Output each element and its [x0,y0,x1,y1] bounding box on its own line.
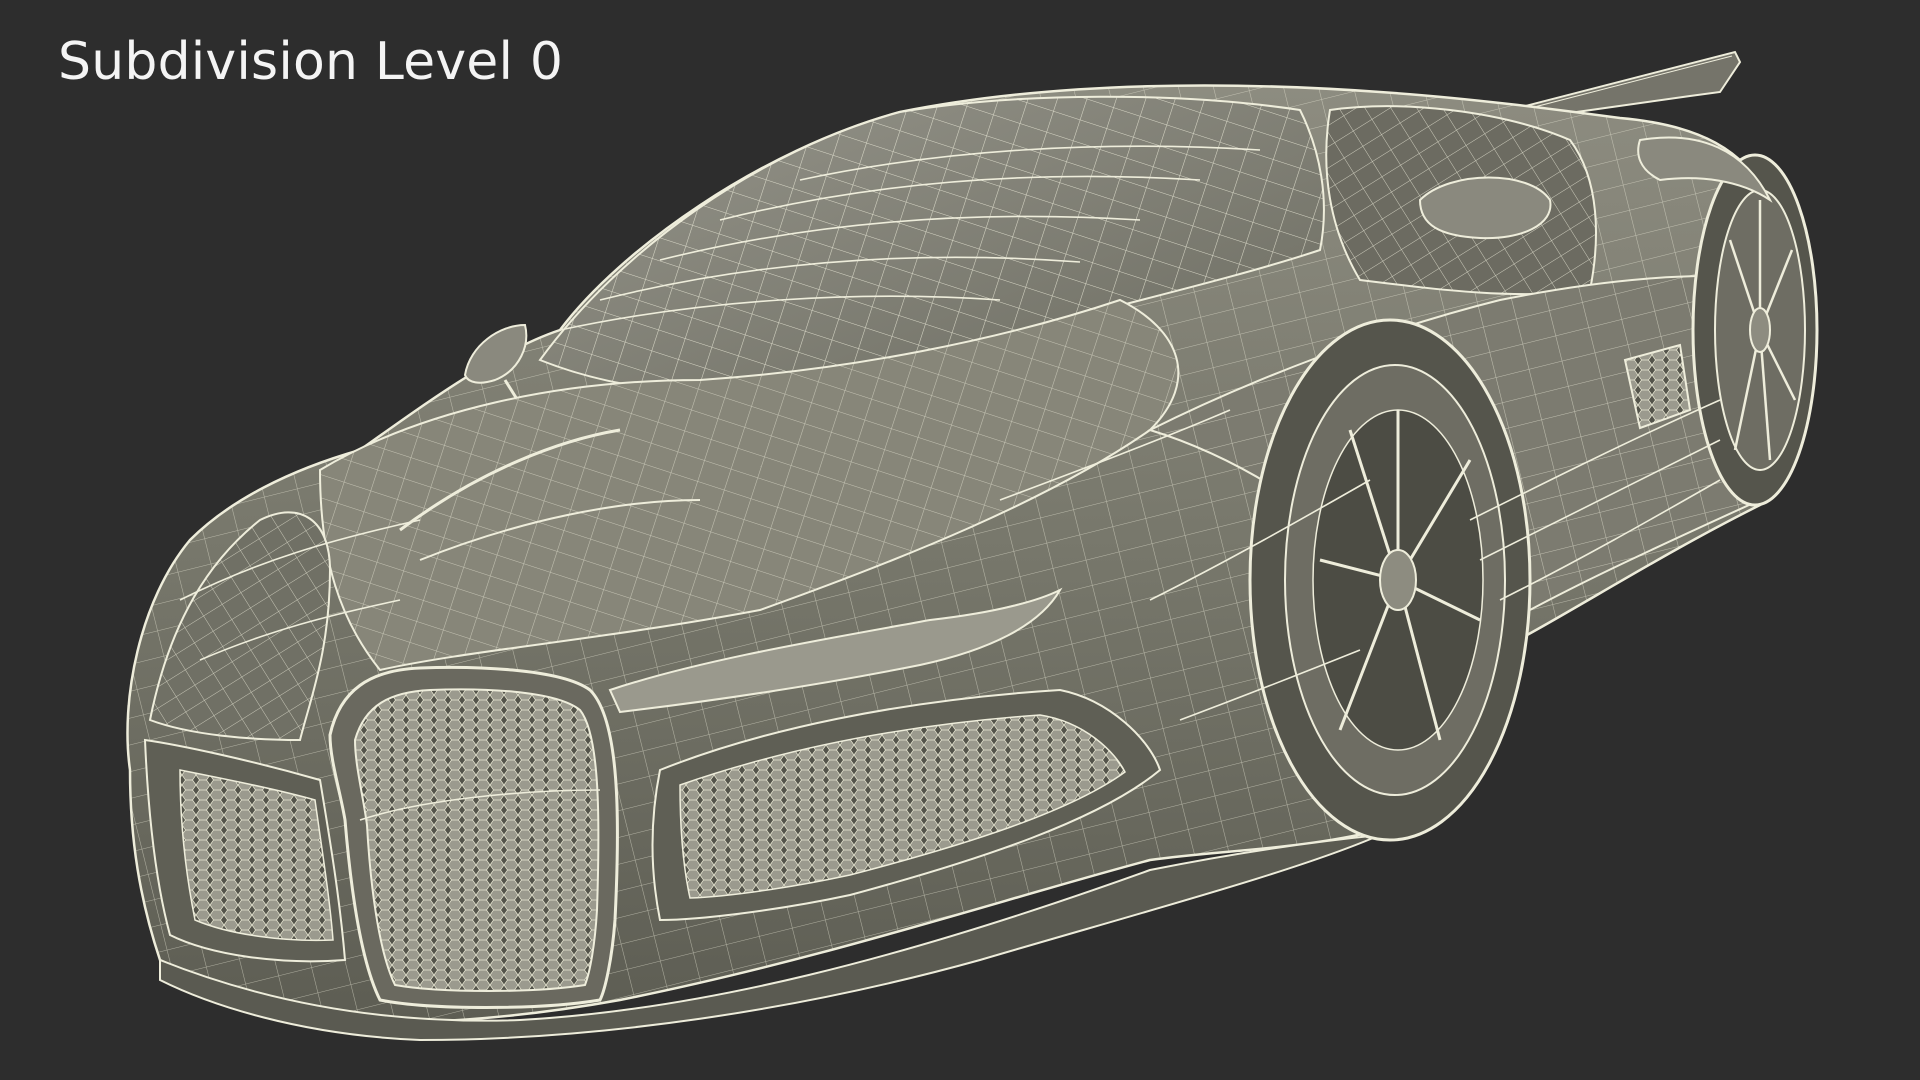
front-grille [328,665,619,1009]
front-right-wheel [1248,318,1532,842]
car-wireframe-render [126,50,1819,1042]
rear-right-wheel [1691,153,1819,507]
side-window [1325,105,1597,296]
